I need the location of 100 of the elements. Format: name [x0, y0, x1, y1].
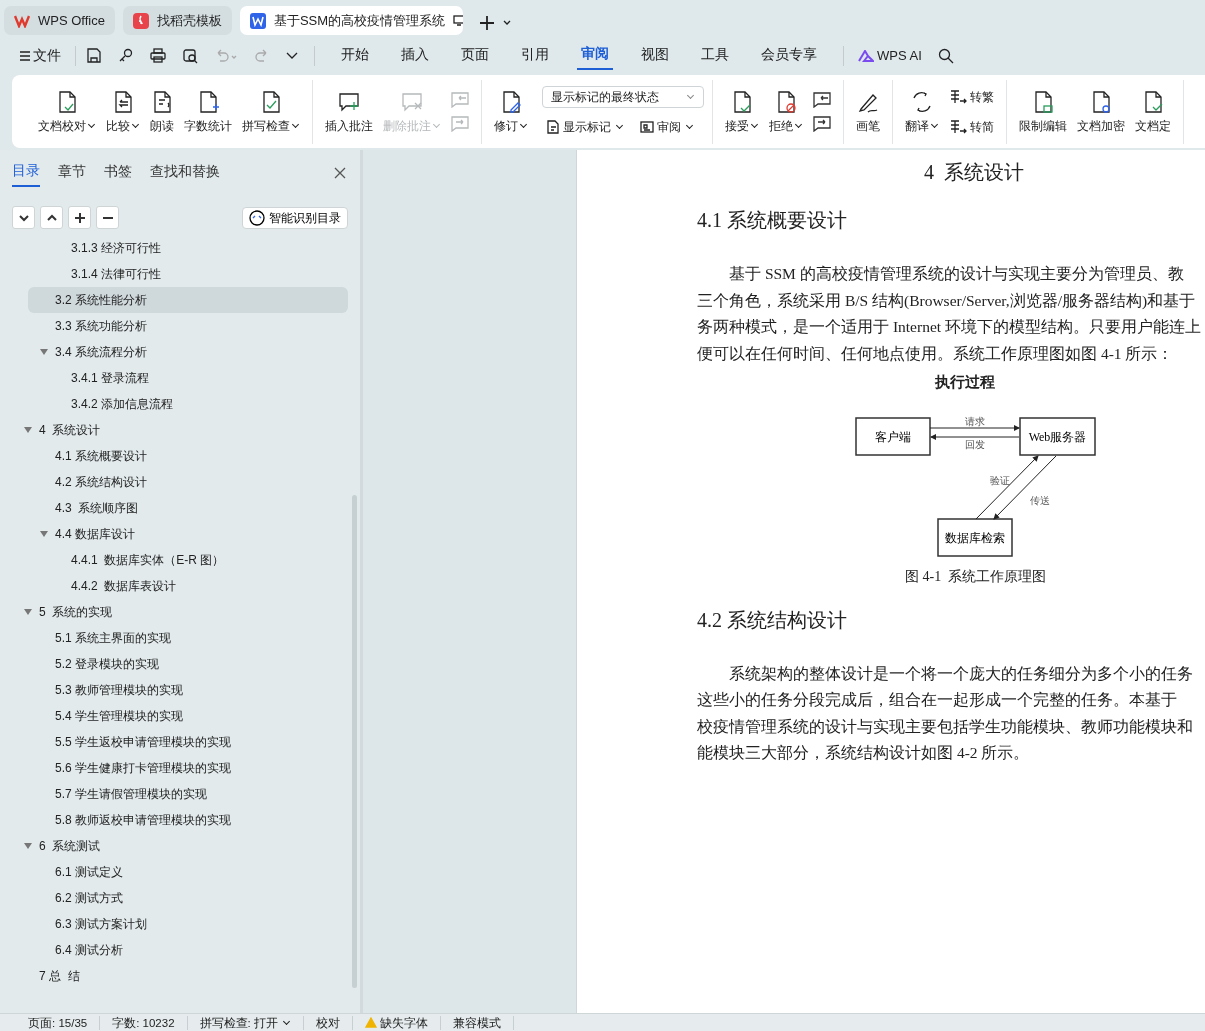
ribbon-button[interactable]: 字数统计 — [180, 86, 236, 138]
expand-triangle-icon[interactable] — [24, 609, 32, 615]
pane-tab[interactable]: 查找和替换 — [150, 160, 220, 186]
window-tab[interactable]: WPS Office — [4, 6, 115, 35]
toc-item[interactable]: 6.2 测试方式 — [28, 885, 348, 911]
toc-item[interactable]: 7 总 结 — [28, 963, 348, 989]
toc-item[interactable]: 6.3 测试方案计划 — [28, 911, 348, 937]
ribbon-button[interactable]: 文档加密 — [1073, 86, 1129, 138]
ribbon-button[interactable]: 翻译 — [901, 86, 943, 138]
toc-item[interactable]: 4 系统设计 — [28, 417, 348, 443]
toc-item[interactable]: 4.4.1 数据库实体（E-R 图） — [28, 547, 348, 573]
toc-item[interactable]: 4.1 系统概要设计 — [28, 443, 348, 469]
ribbon-button[interactable]: 审阅 — [636, 116, 698, 138]
add-level-button[interactable] — [68, 206, 91, 229]
ribbon-button[interactable]: 文档定 — [1131, 86, 1175, 138]
print-icon[interactable] — [150, 48, 166, 64]
toc-item[interactable]: 4.4 数据库设计 — [28, 521, 348, 547]
pane-tab[interactable]: 书签 — [104, 160, 132, 186]
arrow-label: 请求 — [965, 415, 985, 427]
ribbon-button[interactable]: 朗读 — [146, 86, 178, 138]
toc-item[interactable]: 4.3 系统顺序图 — [28, 495, 348, 521]
ribbon-tab[interactable]: 引用 — [517, 42, 553, 70]
ribbon-button[interactable]: 显示标记 — [542, 116, 628, 138]
ribbon-tab[interactable]: 会员专享 — [757, 42, 821, 70]
toc-item[interactable]: 4.4.2 数据库表设计 — [28, 573, 348, 599]
wps-ai-button[interactable]: WPS AI — [854, 44, 926, 68]
section-heading: 4.1 系统概要设计 — [697, 208, 848, 233]
status-item[interactable]: 拼写检查: 打开 — [187, 1015, 304, 1030]
toc-item[interactable]: 5.8 教师返校申请管理模块的实现 — [28, 807, 348, 833]
node-label: 客户端 — [875, 429, 911, 444]
ribbon-tab[interactable]: 审阅 — [577, 41, 613, 71]
body-paragraph: 基于 SSM 的高校疫情管理系统的设计与实现主要分为管理员、教 三个角色，系统采用 B/S 结构(Browser/Server,浏览器/服务器结构)和基于 务两种模式，是一个适用于 Internet 环境下的模型结构。只要用户能连上 便可以在任何时间、任何地点使用。系统工作原理图如图 4-1 所示： — [697, 264, 1202, 364]
window-tab[interactable]: 找稻壳模板 — [122, 6, 232, 35]
expand-up-button[interactable] — [40, 206, 63, 229]
pane-tab[interactable]: 章节 — [58, 160, 86, 186]
window-tab[interactable]: 基于SSM的高校疫情管理系统 — [239, 6, 463, 35]
expand-triangle-icon[interactable] — [24, 843, 32, 849]
ribbon-button[interactable]: 拼写检查 — [238, 86, 304, 138]
node-label: 数据库检索 — [945, 530, 1005, 545]
warning-icon — [364, 1017, 377, 1028]
toc-item[interactable]: 3.4 系统流程分析 — [28, 339, 348, 365]
file-menu[interactable]: 文件 — [16, 43, 65, 69]
key-icon[interactable] — [118, 48, 134, 64]
previous-comment-icon[interactable] — [813, 92, 831, 108]
ribbon-button[interactable]: 修订 — [490, 86, 532, 138]
ribbon-button[interactable]: 文档校对 — [34, 86, 100, 138]
chevron-down-icon[interactable] — [502, 20, 511, 26]
remove-level-button[interactable] — [96, 206, 119, 229]
collapse-button[interactable] — [12, 206, 35, 229]
toc-item[interactable]: 5.2 登录模块的实现 — [28, 651, 348, 677]
ribbon-tab[interactable]: 页面 — [457, 42, 493, 70]
ribbon-button[interactable]: 插入批注 — [321, 86, 377, 138]
ribbon-button[interactable]: 转简 — [945, 116, 998, 138]
arrow-label: 验证 — [990, 474, 1010, 486]
ribbon-tab[interactable]: 工具 — [697, 42, 733, 70]
plus-icon[interactable] — [478, 15, 495, 31]
ribbon-button[interactable]: 接受 — [721, 86, 763, 138]
toc-item[interactable]: 5.7 学生请假管理模块的实现 — [28, 781, 348, 807]
status-item: 兼容模式 — [440, 1015, 514, 1030]
traditional-to-simplified-icon — [949, 119, 967, 135]
toc-item[interactable]: 5.4 学生管理模块的实现 — [28, 703, 348, 729]
ribbon-button[interactable]: 画笔 — [852, 86, 884, 138]
toc-item[interactable]: 4.2 系统结构设计 — [28, 469, 348, 495]
w-document-icon — [249, 12, 266, 29]
next-comment-icon[interactable] — [813, 116, 831, 132]
search-icon[interactable] — [937, 48, 954, 64]
toc-item[interactable]: 5.3 教师管理模块的实现 — [28, 677, 348, 703]
display-mode-dropdown[interactable]: 显示标记的最终状态 — [542, 86, 704, 108]
chevron-down-icon[interactable] — [286, 52, 298, 60]
tab-title: 基于SSM的高校疫情管理系统 — [273, 11, 446, 30]
ribbon-button[interactable]: 转繁 — [945, 86, 998, 108]
toc-item[interactable]: 6.1 测试定义 — [28, 859, 348, 885]
ribbon-tab[interactable]: 插入 — [397, 42, 433, 70]
toc-item[interactable]: 6 系统测试 — [28, 833, 348, 859]
toc-item[interactable]: 6.4 测试分析 — [28, 937, 348, 963]
toc-item[interactable]: 3.1.4 法律可行性 — [28, 261, 348, 287]
ribbon-button[interactable]: 限制编辑 — [1015, 86, 1071, 138]
ribbon-button[interactable]: 比较 — [102, 86, 144, 138]
ribbon-button[interactable]: 拒绝 — [765, 86, 807, 138]
expand-triangle-icon[interactable] — [40, 531, 48, 537]
toc-item[interactable]: 3.1.3 经济可行性 — [28, 235, 348, 261]
expand-triangle-icon[interactable] — [40, 349, 48, 355]
scrollbar[interactable] — [352, 495, 357, 988]
toc-item[interactable]: 5.6 学生健康打卡管理模块的实现 — [28, 755, 348, 781]
smart-toc-button[interactable]: 智能识别目录 — [242, 206, 348, 229]
ribbon-tab[interactable]: 开始 — [337, 42, 373, 70]
arrow-label: 回发 — [965, 438, 985, 450]
toc-item[interactable]: 3.4.2 添加信息流程 — [28, 391, 348, 417]
expand-triangle-icon[interactable] — [24, 427, 32, 433]
toc-item[interactable]: 3.2 系统性能分析 — [28, 287, 348, 313]
toc-item[interactable]: 5.5 学生返校申请管理模块的实现 — [28, 729, 348, 755]
print-preview-icon[interactable] — [182, 48, 198, 64]
pane-tab[interactable]: 目录 — [12, 159, 40, 187]
close-icon[interactable] — [334, 167, 346, 179]
toc-item[interactable]: 3.3 系统功能分析 — [28, 313, 348, 339]
toc-item[interactable]: 5.1 系统主界面的实现 — [28, 625, 348, 651]
save-icon[interactable] — [86, 48, 102, 64]
toc-item[interactable]: 3.4.1 登录流程 — [28, 365, 348, 391]
toc-item[interactable]: 5 系统的实现 — [28, 599, 348, 625]
ribbon-tab[interactable]: 视图 — [637, 42, 673, 70]
